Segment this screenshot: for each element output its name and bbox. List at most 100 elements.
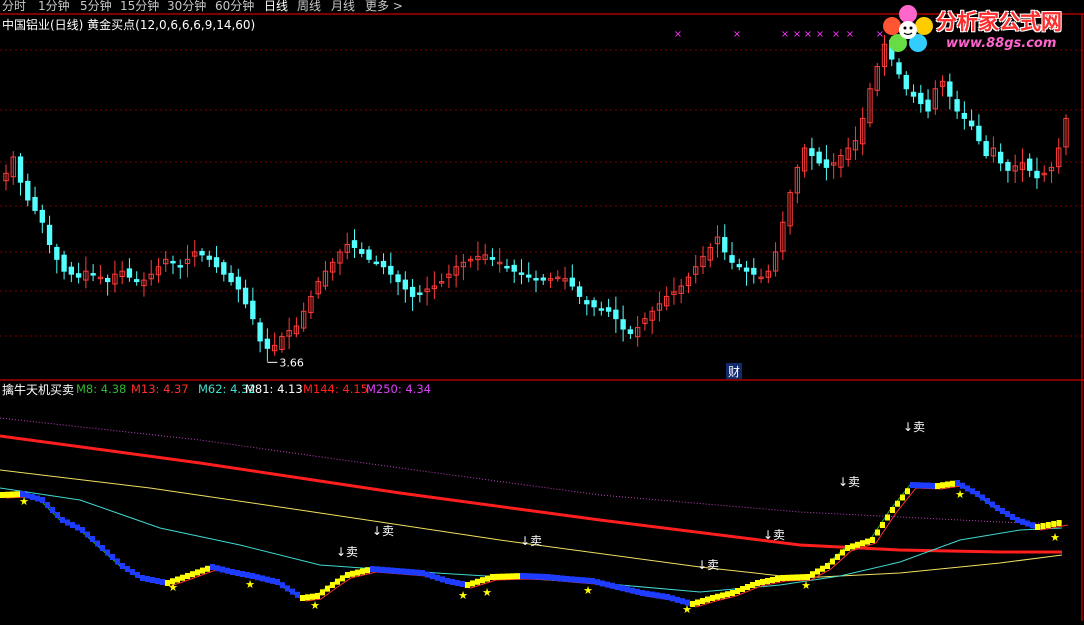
wave-block-19-4 xyxy=(415,569,420,576)
buy-star-3: ★ xyxy=(310,599,320,612)
wave-block-44-2 xyxy=(985,498,990,504)
wave-block-5-1 xyxy=(105,549,110,556)
wave-block-12-2 xyxy=(260,575,265,582)
wave-block-47-2 xyxy=(1045,522,1051,528)
wave-block-35-0 xyxy=(780,575,785,581)
sell-signal-6: ↓卖 xyxy=(903,420,925,434)
signal-x-7: × xyxy=(846,29,854,40)
wave-block-21-2 xyxy=(455,580,460,586)
wave-block-13-3 xyxy=(290,588,295,595)
wave-block-37-3 xyxy=(840,549,845,556)
tab-8[interactable]: 月线 xyxy=(331,0,355,14)
candle-body-24 xyxy=(177,265,183,268)
candle-body-8 xyxy=(61,254,67,272)
wave-block-22-4 xyxy=(485,575,490,582)
sell-signal-2: ↓卖 xyxy=(520,534,542,548)
wave-block-26-2 xyxy=(575,576,580,583)
wave-block-28-1 xyxy=(620,585,625,592)
tab-0[interactable]: 分时 xyxy=(2,0,26,14)
wave-block-20-0 xyxy=(420,570,425,576)
buy-star-4: ★ xyxy=(458,589,468,602)
wave-block-31-3 xyxy=(705,596,710,603)
wave-block-19-1 xyxy=(400,568,405,575)
sell-signal-1: ↓卖 xyxy=(372,524,394,538)
candle-body-10 xyxy=(75,273,82,278)
tab-6[interactable]: 日线 xyxy=(264,0,288,14)
tab-1[interactable]: 1分钟 xyxy=(38,0,70,14)
buy-star-5: ★ xyxy=(482,586,492,599)
wave-block-9-2 xyxy=(195,569,200,576)
candle-body-132 xyxy=(961,112,968,119)
candle-body-7 xyxy=(54,246,60,260)
wave-block-47-3 xyxy=(1051,521,1057,527)
candle-body-123 xyxy=(896,62,902,75)
wave-block-12-3 xyxy=(265,576,270,583)
wave-block-47-0 xyxy=(1035,524,1040,530)
legend-m81: M81: 4.13 xyxy=(245,382,303,396)
wave-block-38-1 xyxy=(850,543,855,550)
candle-body-79 xyxy=(576,286,583,297)
wave-block-12-1 xyxy=(255,574,260,581)
wave-block-6-1 xyxy=(125,566,130,572)
wave-block-36-2 xyxy=(815,568,820,575)
wave-block-13-2 xyxy=(285,585,290,592)
wave-block-47-1 xyxy=(1040,523,1046,529)
wave-block-19-0 xyxy=(395,568,400,574)
wave-block-9-1 xyxy=(190,571,195,578)
wave-block-38-4 xyxy=(865,538,870,545)
sell-signal-5: ↓卖 xyxy=(838,475,860,489)
wave-block-41-1 xyxy=(915,482,920,489)
wave-block-44-3 xyxy=(990,501,995,508)
candle-body-27 xyxy=(199,250,205,256)
candle-body-31 xyxy=(228,272,234,283)
candle-body-56 xyxy=(409,286,416,297)
tab-3[interactable]: 15分钟 xyxy=(120,0,159,14)
wave-block-43-3 xyxy=(970,488,975,495)
wave-block-11-2 xyxy=(240,571,245,577)
wave-block-22-3 xyxy=(480,577,485,584)
wave-block-42-2 xyxy=(945,481,950,488)
wave-block-23-1 xyxy=(495,573,500,580)
wave-block-7-2 xyxy=(150,577,155,583)
candle-body-3 xyxy=(25,180,31,201)
candle-body-86 xyxy=(627,329,634,334)
wave-block-29-3 xyxy=(655,592,660,599)
tab-5[interactable]: 60分钟 xyxy=(215,0,254,14)
wave-block-26-0 xyxy=(565,576,570,582)
low-label: 3.66 xyxy=(279,356,304,369)
wave-block-26-4 xyxy=(585,577,590,584)
buy-star-9: ★ xyxy=(955,488,965,501)
candle-body-18 xyxy=(134,279,140,283)
wave-block-2-0 xyxy=(40,497,45,503)
wave-block-46-0 xyxy=(1015,517,1020,523)
wave-block-28-0 xyxy=(615,584,620,590)
wave-block-18-4 xyxy=(390,567,395,574)
wave-block-41-2 xyxy=(920,482,925,489)
wave-block-18-3 xyxy=(385,567,390,574)
wave-block-22-0 xyxy=(465,582,470,588)
candle-body-57 xyxy=(417,292,423,295)
tab-4[interactable]: 30分钟 xyxy=(167,0,206,14)
wave-block-39-0 xyxy=(870,537,875,543)
tab-7[interactable]: 周线 xyxy=(297,0,321,14)
buy-star-8: ★ xyxy=(801,579,811,592)
candle-body-133 xyxy=(968,120,975,127)
wave-block-32-0 xyxy=(710,595,715,601)
tab-9[interactable]: 更多 > xyxy=(365,0,403,14)
wave-block-7-3 xyxy=(155,578,160,584)
tab-2[interactable]: 5分钟 xyxy=(80,0,112,14)
candle-body-5 xyxy=(39,209,45,223)
site-watermark: 分析家公式网 www.88gs.com xyxy=(878,4,1078,52)
buy-star-1: ★ xyxy=(168,581,178,594)
wave-block-23-2 xyxy=(500,573,505,580)
wave-block-35-2 xyxy=(790,574,795,581)
wave-block-7-1 xyxy=(145,576,150,582)
candle-body-82 xyxy=(598,308,605,311)
wave-block-5-2 xyxy=(110,554,115,560)
wave-block-23-4 xyxy=(510,573,515,580)
wave-block-7-4 xyxy=(160,579,165,585)
wave-block-34-3 xyxy=(770,577,775,583)
wave-block-46-2 xyxy=(1025,520,1030,527)
candle-body-112 xyxy=(816,151,822,164)
wave-block-20-4 xyxy=(440,576,445,583)
